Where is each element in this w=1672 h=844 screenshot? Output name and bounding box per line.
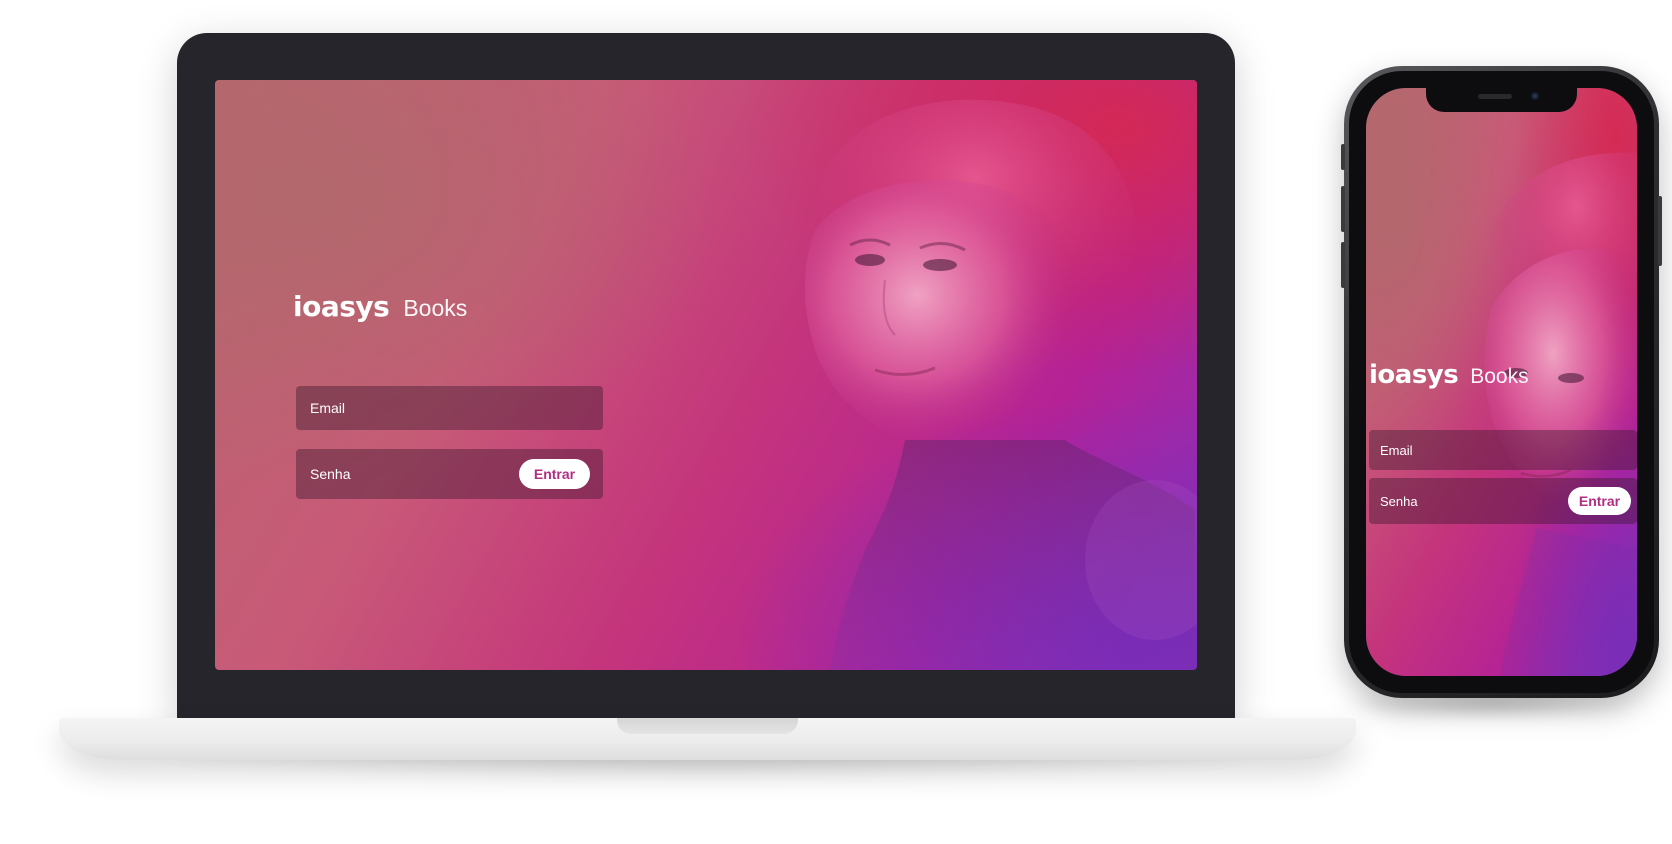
device-mockup-stage: ioasys Books Email Senha Entrar ioasys B… <box>0 0 1672 844</box>
phone-frame: ioasys Books Email Senha Entrar <box>1341 66 1662 698</box>
brand: ioasys Books <box>293 290 467 323</box>
laptop-screen: ioasys Books Email Senha Entrar <box>215 80 1197 670</box>
password-field[interactable]: Senha Entrar <box>1369 478 1637 524</box>
email-label: Email <box>1380 442 1413 458</box>
phone-speaker <box>1478 94 1512 99</box>
laptop-trackpad-notch <box>617 718 798 734</box>
email-field[interactable]: Email <box>1369 430 1637 470</box>
laptop-base <box>59 718 1356 760</box>
enter-button[interactable]: Entrar <box>519 459 590 489</box>
brand-logo: ioasys <box>293 290 390 323</box>
email-field[interactable]: Email <box>296 386 603 430</box>
portrait-image <box>805 99 1197 670</box>
brand-logo: ioasys <box>1369 360 1459 390</box>
email-label: Email <box>310 400 346 416</box>
enter-button[interactable]: Entrar <box>1568 487 1631 515</box>
phone-volume-up <box>1341 186 1345 232</box>
brand: ioasys Books <box>1369 360 1529 390</box>
phone-notch <box>1426 88 1577 112</box>
portrait-image <box>1484 152 1637 676</box>
phone-power-button <box>1658 196 1662 266</box>
laptop-lid: ioasys Books Email Senha Entrar <box>177 33 1235 723</box>
phone-screen: ioasys Books Email Senha Entrar <box>1366 88 1637 676</box>
password-field[interactable]: Senha Entrar <box>296 449 603 499</box>
phone-mute-switch <box>1341 144 1345 170</box>
phone-camera <box>1531 92 1539 100</box>
phone-volume-down <box>1341 242 1345 288</box>
brand-title: Books <box>1470 365 1529 388</box>
password-label: Senha <box>1380 493 1418 509</box>
password-label: Senha <box>310 466 351 482</box>
brand-title: Books <box>403 295 468 321</box>
